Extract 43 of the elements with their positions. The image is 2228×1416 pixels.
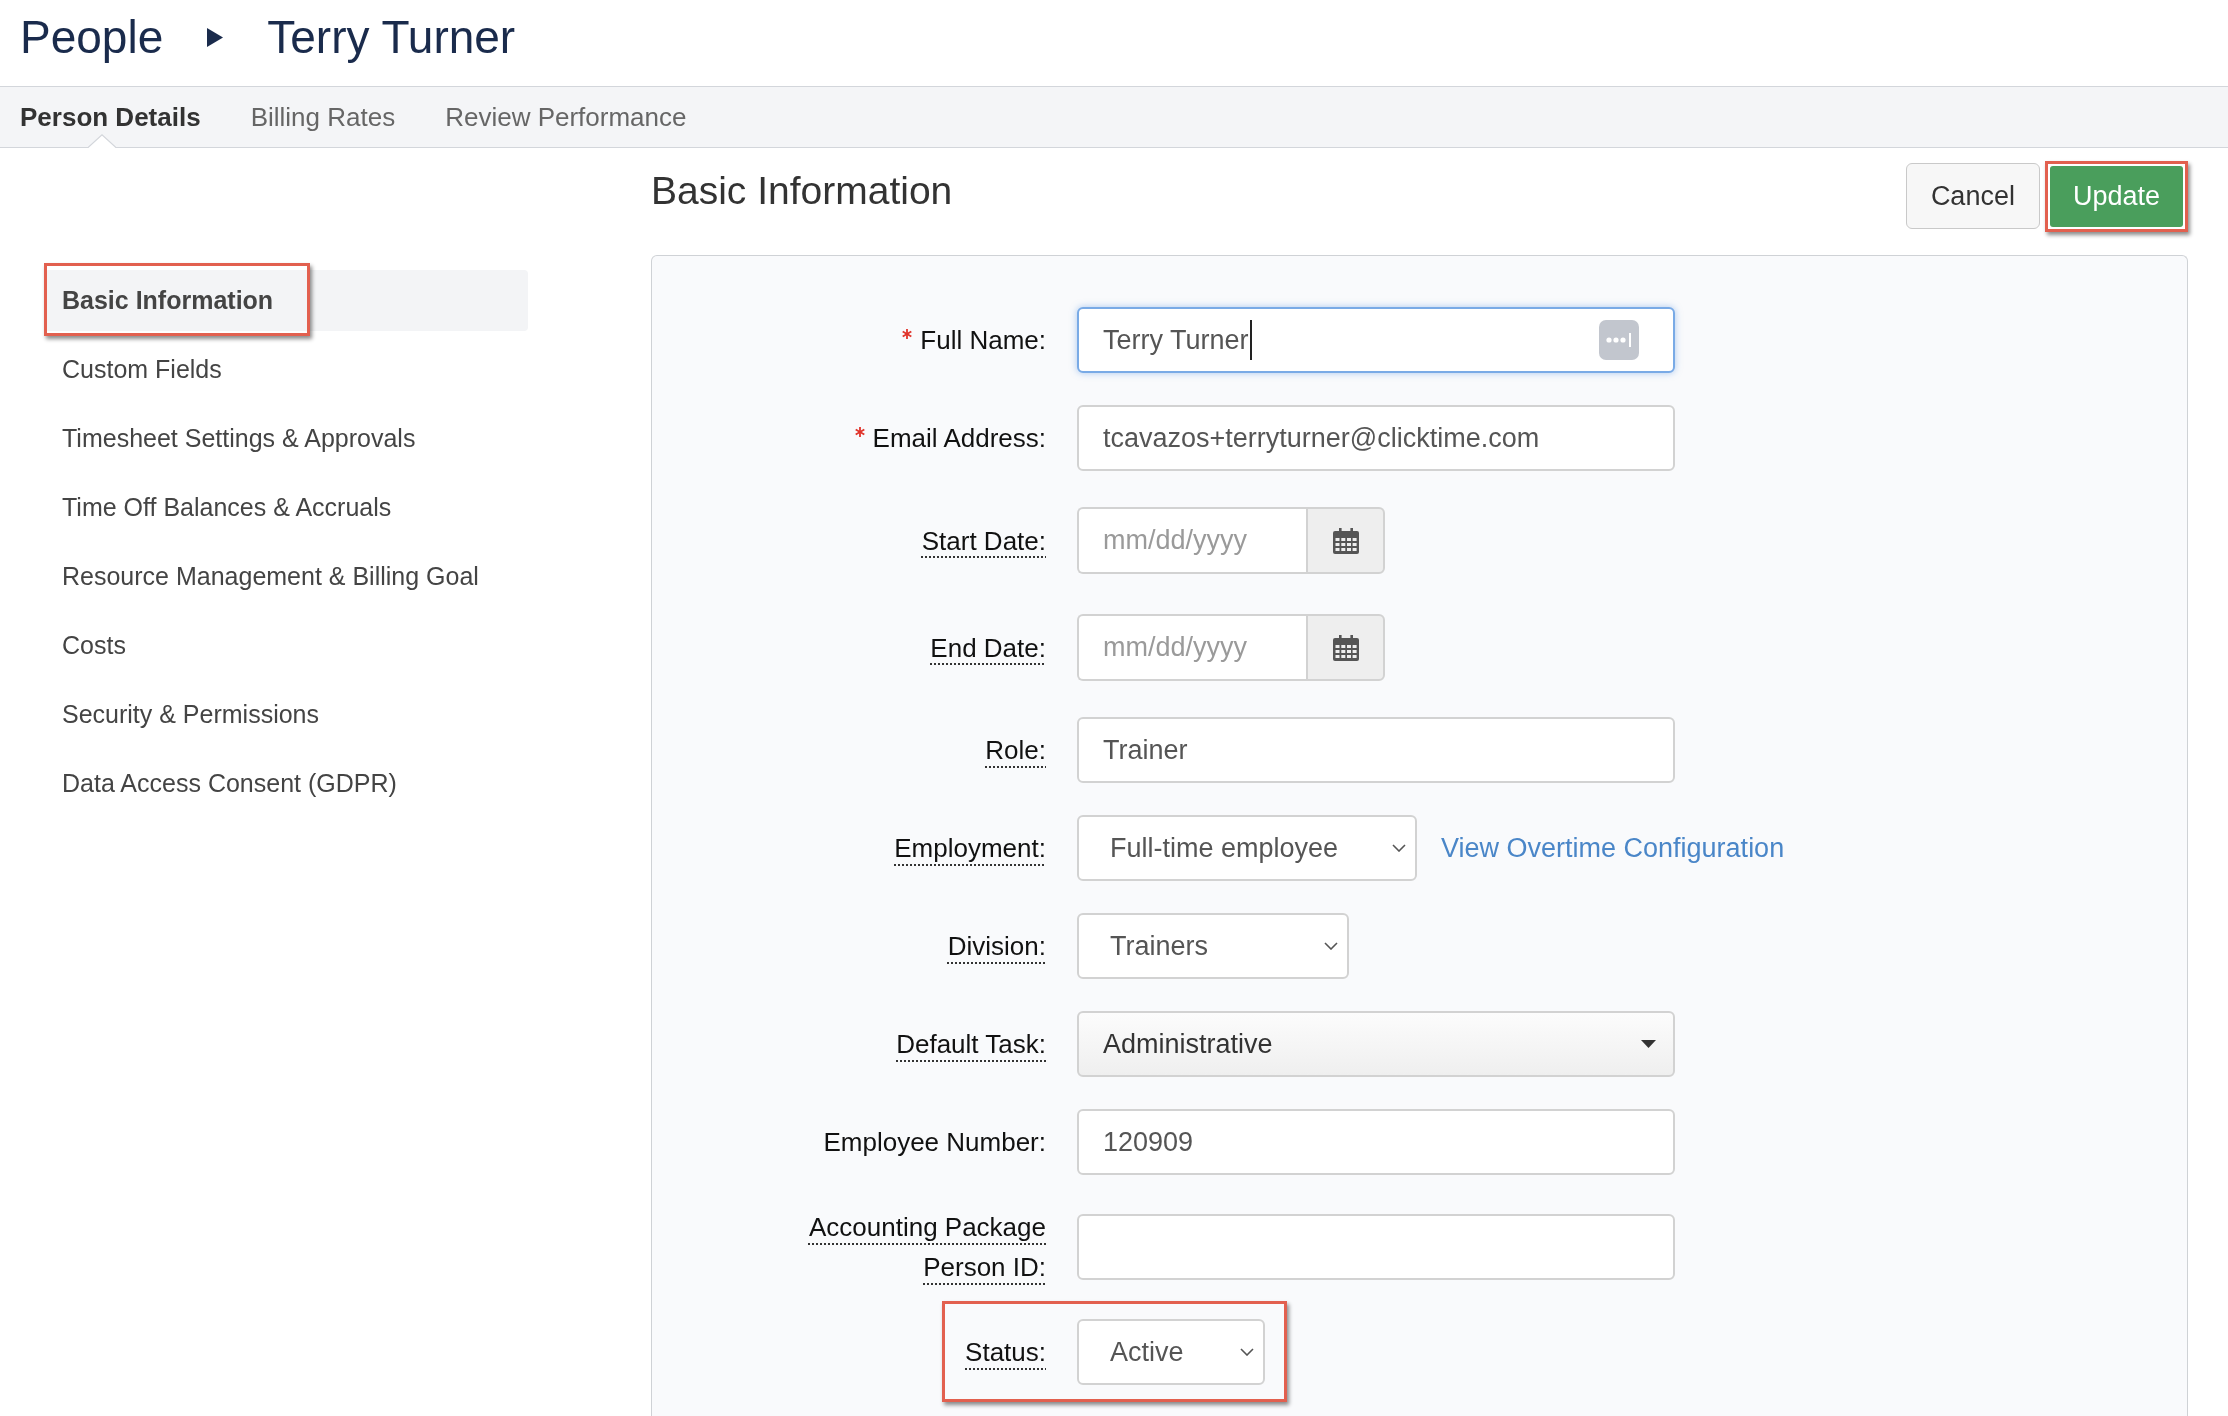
dropdown[interactable]: Active bbox=[1077, 1319, 1265, 1385]
sidebar-item[interactable]: Data Access Consent (GDPR) bbox=[45, 753, 528, 814]
text-field[interactable]: Trainer bbox=[1077, 717, 1675, 783]
section-title: Basic Information bbox=[651, 170, 953, 214]
chevron-down-icon bbox=[1324, 942, 1338, 950]
field-label: Accounting Package Person ID: bbox=[807, 1211, 1046, 1284]
sidebar-item[interactable]: Timesheet Settings & Approvals bbox=[45, 408, 528, 469]
sidebar-item[interactable]: Security & Permissions bbox=[45, 684, 528, 745]
calendar-button[interactable] bbox=[1306, 507, 1385, 574]
field-label: Email Address: bbox=[872, 422, 1046, 455]
tab[interactable]: Review Performance bbox=[445, 87, 687, 147]
text-field[interactable]: Terry Turner bbox=[1077, 307, 1675, 373]
field-label: Status: bbox=[965, 1336, 1046, 1369]
sidebar-item[interactable]: Costs bbox=[45, 615, 528, 676]
sidebar-item[interactable]: Custom Fields bbox=[45, 339, 528, 400]
cancel-button[interactable]: Cancel bbox=[1905, 163, 2040, 229]
dropdown[interactable]: Full-time employee bbox=[1077, 815, 1417, 881]
dropdown[interactable]: Administrative bbox=[1077, 1011, 1675, 1077]
field-label: End Date: bbox=[930, 631, 1046, 665]
field-label: Division: bbox=[947, 930, 1046, 963]
calendar-icon bbox=[1332, 527, 1359, 554]
field-label: Employment: bbox=[894, 832, 1046, 865]
caret-right-icon bbox=[207, 27, 224, 47]
text-field[interactable] bbox=[1077, 1214, 1675, 1280]
text-field[interactable]: tcavazos+terryturner@clicktime.com bbox=[1077, 405, 1675, 471]
chevron-down-icon bbox=[1392, 844, 1406, 852]
calendar-icon bbox=[1332, 634, 1359, 661]
ellipsis-icon bbox=[1599, 320, 1639, 360]
sidebar-item[interactable]: Time Off Balances & Accruals bbox=[45, 477, 528, 538]
field-label: Start Date: bbox=[921, 524, 1046, 558]
caret-down-icon bbox=[1641, 1040, 1656, 1048]
field-label: Employee Number: bbox=[823, 1126, 1046, 1159]
field-label: Full Name: bbox=[920, 324, 1046, 357]
tab[interactable]: Person Details bbox=[20, 87, 201, 147]
link[interactable]: View Overtime Configuration bbox=[1441, 827, 1785, 869]
field-label: Role: bbox=[985, 734, 1046, 767]
tab[interactable]: Billing Rates bbox=[250, 87, 396, 147]
chevron-down-icon bbox=[1240, 1348, 1254, 1356]
dropdown[interactable]: Trainers bbox=[1077, 913, 1349, 979]
field-label: Default Task: bbox=[896, 1028, 1046, 1061]
calendar-button[interactable] bbox=[1306, 614, 1385, 681]
text-field[interactable]: 120909 bbox=[1077, 1109, 1675, 1175]
sidebar-item[interactable]: Resource Management & Billing Goal bbox=[45, 546, 528, 607]
